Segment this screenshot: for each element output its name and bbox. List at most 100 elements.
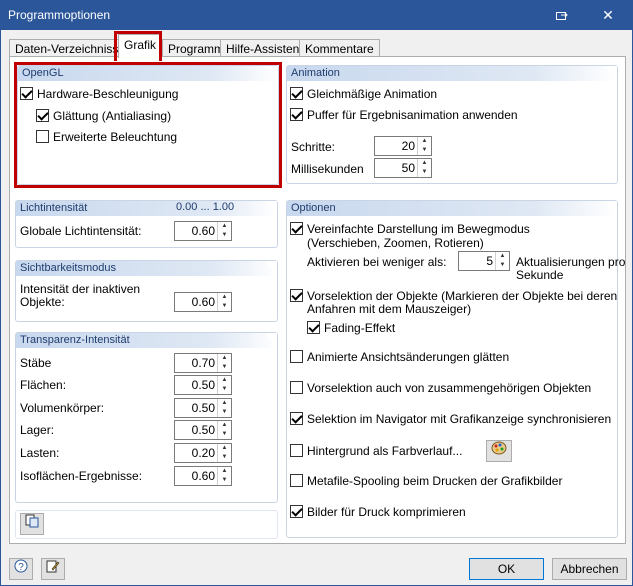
arrow-up-icon[interactable]: ▲ [218,421,231,430]
arrow-up-icon[interactable]: ▲ [218,222,231,231]
checkbox-label: Selektion im Navigator mit Grafikanzeige… [307,412,612,426]
spinner-value: 0.60 [191,295,215,309]
updates-label-line2: Sekunde [516,268,564,282]
arrow-up-icon[interactable]: ▲ [496,252,509,261]
preselect-related-checkbox[interactable]: Vorselektion auch von zusammengehörigen … [290,381,591,395]
transparency-spinner-lager[interactable]: 0.50 ▲ ▼ [174,420,232,440]
arrow-down-icon[interactable]: ▼ [218,231,231,240]
spinner-arrows[interactable]: ▲ ▼ [217,444,231,462]
help-icon: ? [14,559,28,573]
smooth-animation-checkbox[interactable]: Gleichmäßige Animation [290,87,437,101]
arrow-up-icon[interactable]: ▲ [218,293,231,302]
arrow-down-icon[interactable]: ▼ [218,408,231,417]
defaults-icon-button[interactable] [20,513,44,535]
spinner-arrows[interactable]: ▲ ▼ [217,421,231,439]
light-header: Lichtintensität [16,201,277,216]
spinner-arrows[interactable]: ▲ ▼ [217,399,231,417]
milliseconds-spinner[interactable]: 50 ▲ ▼ [374,158,432,178]
arrow-up-icon[interactable]: ▲ [218,354,231,363]
updates-per-second-spinner[interactable]: 5 ▲ ▼ [458,251,510,271]
restore-icon[interactable] [539,1,585,30]
smooth-view-changes-checkbox[interactable]: Animierte Ansichtsänderungen glätten [290,350,509,364]
arrow-down-icon[interactable]: ▼ [218,476,231,485]
arrow-down-icon[interactable]: ▼ [418,146,431,155]
arrow-up-icon[interactable]: ▲ [218,399,231,408]
svg-text:?: ? [18,562,24,573]
tab-hilfe-assistent[interactable]: Hilfe-Assistent [220,39,309,57]
spinner-arrows[interactable]: ▲ ▼ [217,222,231,240]
checkbox-box [307,321,320,334]
transparency-label-volumenkoerper: Volumenkörper: [20,401,105,415]
transparency-header: Transparenz-Intensität [16,333,277,348]
arrow-down-icon[interactable]: ▼ [218,302,231,311]
checkbox-label: Fading-Effekt [324,321,396,335]
spinner-value: 0.60 [191,224,215,238]
fading-effect-checkbox[interactable]: Fading-Effekt [307,321,395,335]
title-bar: Programmoptionen ✕ [1,1,632,30]
arrow-down-icon[interactable]: ▼ [218,363,231,372]
animation-buffer-checkbox[interactable]: Puffer für Ergebnisanimation anwenden [290,108,518,122]
checkbox-label: Puffer für Ergebnisanimation anwenden [307,108,518,122]
spinner-arrows[interactable]: ▲ ▼ [495,252,509,270]
arrow-up-icon[interactable]: ▲ [418,137,431,146]
arrow-down-icon[interactable]: ▼ [496,261,509,270]
transparency-label-isoflaechen: Isoflächen-Ergebnisse: [20,469,143,483]
transparency-spinner-flaechen[interactable]: 0.50 ▲ ▼ [174,375,232,395]
spinner-value: 0.50 [191,401,215,415]
spinner-arrows[interactable]: ▲ ▼ [417,159,431,177]
transparency-spinner-staebe[interactable]: 0.70 ▲ ▼ [174,353,232,373]
defaults-icon [25,514,39,528]
arrow-down-icon[interactable]: ▼ [218,430,231,439]
edit-button[interactable] [41,558,65,580]
transparency-spinner-volumenkoerper[interactable]: 0.50 ▲ ▼ [174,398,232,418]
spinner-arrows[interactable]: ▲ ▼ [217,376,231,394]
arrow-up-icon[interactable]: ▲ [418,159,431,168]
metafile-spooling-checkbox[interactable]: Metafile-Spooling beim Drucken der Grafi… [290,474,562,488]
spinner-value: 0.70 [191,356,215,370]
edit-pencil-icon [46,560,60,573]
tab-kommentare[interactable]: Kommentare [299,39,380,57]
updates-label-line1: Aktualisierungen pro [516,255,626,269]
arrow-up-icon[interactable]: ▲ [218,444,231,453]
help-button[interactable]: ? [9,558,33,580]
preselect-objects-checkbox[interactable]: Vorselektion der Objekte (Markieren der … [290,289,617,303]
checkbox-label: Animierte Ansichtsänderungen glätten [307,350,510,364]
spinner-value: 0.50 [191,423,215,437]
inactive-objects-spinner[interactable]: 0.60 ▲ ▼ [174,292,232,312]
checkbox-label: Gleichmäßige Animation [307,87,438,101]
transparency-label-staebe: Stäbe [20,356,52,370]
spinner-arrows[interactable]: ▲ ▼ [217,293,231,311]
gradient-background-checkbox[interactable]: Hintergrund als Farbverlauf... [290,444,462,458]
arrow-down-icon[interactable]: ▼ [418,168,431,177]
spinner-value: 0.20 [191,446,215,460]
checkbox-box [290,350,303,363]
transparency-spinner-isoflaechen[interactable]: 0.60 ▲ ▼ [174,466,232,486]
spinner-arrows[interactable]: ▲ ▼ [217,354,231,372]
arrow-up-icon[interactable]: ▲ [218,376,231,385]
simplified-display-checkbox[interactable]: Vereinfachte Darstellung im Bewegmodus [290,222,530,236]
preselect-objects-label-line2: Anfahren mit dem Mauszeiger) [307,302,472,316]
animation-header: Animation [287,66,617,81]
navigator-sync-checkbox[interactable]: Selektion im Navigator mit Grafikanzeige… [290,412,611,426]
spinner-arrows[interactable]: ▲ ▼ [217,467,231,485]
checkbox-box [290,289,303,302]
checkbox-label: Vereinfachte Darstellung im Bewegmodus [307,222,530,236]
tab-daten-verzeichnisse[interactable]: Daten-Verzeichnisse [9,39,132,57]
spinner-value: 20 [401,139,415,153]
spinner-arrows[interactable]: ▲ ▼ [417,137,431,155]
global-light-spinner[interactable]: 0.60 ▲ ▼ [174,221,232,241]
checkbox-box [290,412,303,425]
left-bottom-area [15,510,278,539]
transparency-spinner-lasten[interactable]: 0.20 ▲ ▼ [174,443,232,463]
arrow-down-icon[interactable]: ▼ [218,385,231,394]
spinner-value: 0.50 [191,378,215,392]
color-palette-button[interactable] [486,440,512,462]
checkbox-box [290,505,303,518]
arrow-up-icon[interactable]: ▲ [218,467,231,476]
arrow-down-icon[interactable]: ▼ [218,453,231,462]
ok-button[interactable]: OK [469,558,544,580]
steps-spinner[interactable]: 20 ▲ ▼ [374,136,432,156]
compress-images-checkbox[interactable]: Bilder für Druck komprimieren [290,505,466,519]
close-icon[interactable]: ✕ [585,1,631,30]
cancel-button[interactable]: Abbrechen [552,558,627,580]
